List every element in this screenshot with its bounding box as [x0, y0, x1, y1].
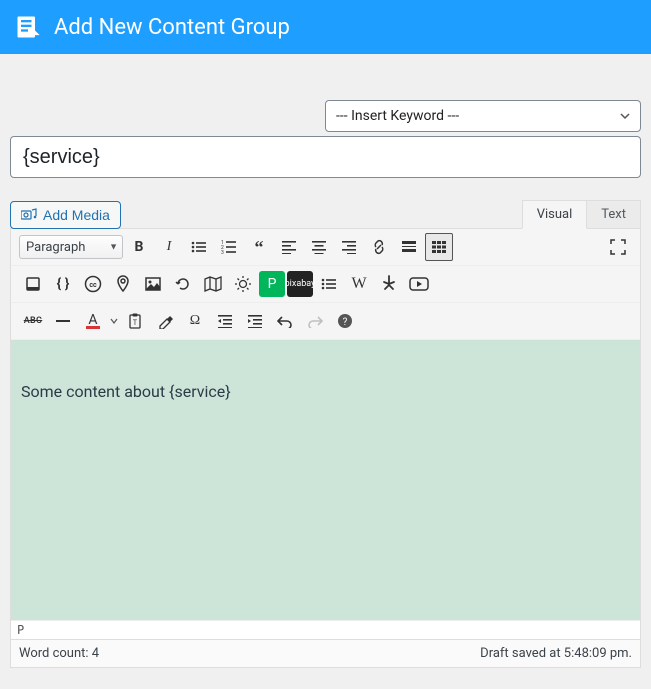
title-input[interactable]	[10, 136, 641, 178]
caret-down-icon: ▼	[109, 242, 118, 253]
refresh-button[interactable]	[169, 270, 197, 298]
redo-button[interactable]	[301, 307, 329, 335]
clear-formatting-button[interactable]	[151, 307, 179, 335]
map-button[interactable]	[199, 270, 227, 298]
add-media-label: Add Media	[43, 207, 110, 223]
editor-content-text: Some content about {service}	[21, 382, 231, 401]
help-button[interactable]: ?	[331, 307, 359, 335]
undo-button[interactable]	[271, 307, 299, 335]
editor-footer: Word count: 4 Draft saved at 5:48:09 pm.	[11, 639, 640, 667]
image-button[interactable]	[139, 270, 167, 298]
camera-music-icon	[21, 208, 37, 222]
bold-button[interactable]: B	[125, 233, 153, 261]
tab-text[interactable]: Text	[587, 200, 641, 229]
bullet-list-2-button[interactable]	[315, 270, 343, 298]
indent-button[interactable]	[241, 307, 269, 335]
text-color-a: A	[86, 314, 99, 329]
svg-text:cc: cc	[89, 281, 97, 289]
toolbar-toggle-button[interactable]	[425, 233, 453, 261]
draft-saved-status: Draft saved at 5:48:09 pm.	[480, 646, 632, 661]
youtube-button[interactable]	[405, 270, 433, 298]
toolbar-row-3: ABC A T Ω	[11, 303, 640, 340]
align-center-button[interactable]	[305, 233, 333, 261]
wikipedia-button[interactable]: W	[345, 270, 373, 298]
tab-visual[interactable]: Visual	[522, 200, 588, 229]
paragraph-format-select[interactable]: Paragraph ▼	[19, 235, 123, 259]
paragraph-format-label: Paragraph	[26, 240, 85, 255]
insert-keyword-select-wrap: --- Insert Keyword ---	[325, 100, 641, 132]
insert-keyword-placeholder: --- Insert Keyword ---	[336, 108, 459, 124]
editor-tabs: Visual Text	[522, 200, 641, 229]
main-area: --- Insert Keyword --- Add Media Visual …	[0, 54, 651, 668]
blockquote-button[interactable]: “	[245, 233, 273, 261]
editor-wrapper: Paragraph ▼ B I 123 “	[10, 228, 641, 668]
italic-button[interactable]: I	[155, 233, 183, 261]
editor-content-area[interactable]: Some content about {service}	[11, 340, 640, 620]
insert-keyword-row: --- Insert Keyword ---	[10, 66, 641, 132]
numbered-list-button[interactable]: 123	[215, 233, 243, 261]
yelp-button[interactable]	[375, 270, 403, 298]
element-path-bar[interactable]: P	[11, 620, 640, 639]
panel-button[interactable]	[19, 270, 47, 298]
document-icon	[14, 13, 42, 41]
code-button[interactable]: { }	[49, 270, 77, 298]
creative-commons-button[interactable]: cc	[79, 270, 107, 298]
bullet-list-button[interactable]	[185, 233, 213, 261]
svg-text:?: ?	[343, 317, 348, 328]
fullscreen-button[interactable]	[604, 233, 632, 261]
link-button[interactable]	[365, 233, 393, 261]
media-tab-row: Add Media Visual Text	[10, 200, 641, 229]
svg-text:3: 3	[221, 250, 224, 254]
align-right-button[interactable]	[335, 233, 363, 261]
location-pin-button[interactable]	[109, 270, 137, 298]
weather-button[interactable]	[229, 270, 257, 298]
special-char-button[interactable]: Ω	[181, 307, 209, 335]
pixabay-button[interactable]: pixabay	[287, 271, 313, 297]
add-media-button[interactable]: Add Media	[10, 201, 121, 229]
text-color-button[interactable]: A	[79, 307, 107, 335]
toolbar-row-1: Paragraph ▼ B I 123 “	[11, 229, 640, 266]
align-left-button[interactable]	[275, 233, 303, 261]
read-more-button[interactable]	[395, 233, 423, 261]
insert-keyword-select[interactable]: --- Insert Keyword ---	[325, 100, 641, 132]
app-header: Add New Content Group	[0, 0, 651, 54]
horizontal-rule-button[interactable]	[49, 307, 77, 335]
text-color-dropdown[interactable]	[109, 307, 119, 335]
page-title: Add New Content Group	[54, 15, 290, 40]
paste-text-button[interactable]: T	[121, 307, 149, 335]
svg-text:T: T	[133, 319, 138, 327]
outdent-button[interactable]	[211, 307, 239, 335]
pexels-button[interactable]: P	[259, 271, 285, 297]
strikethrough-button[interactable]: ABC	[19, 307, 47, 335]
word-count: Word count: 4	[19, 646, 99, 661]
toolbar-row-2: { } cc P pixabay W	[11, 266, 640, 303]
